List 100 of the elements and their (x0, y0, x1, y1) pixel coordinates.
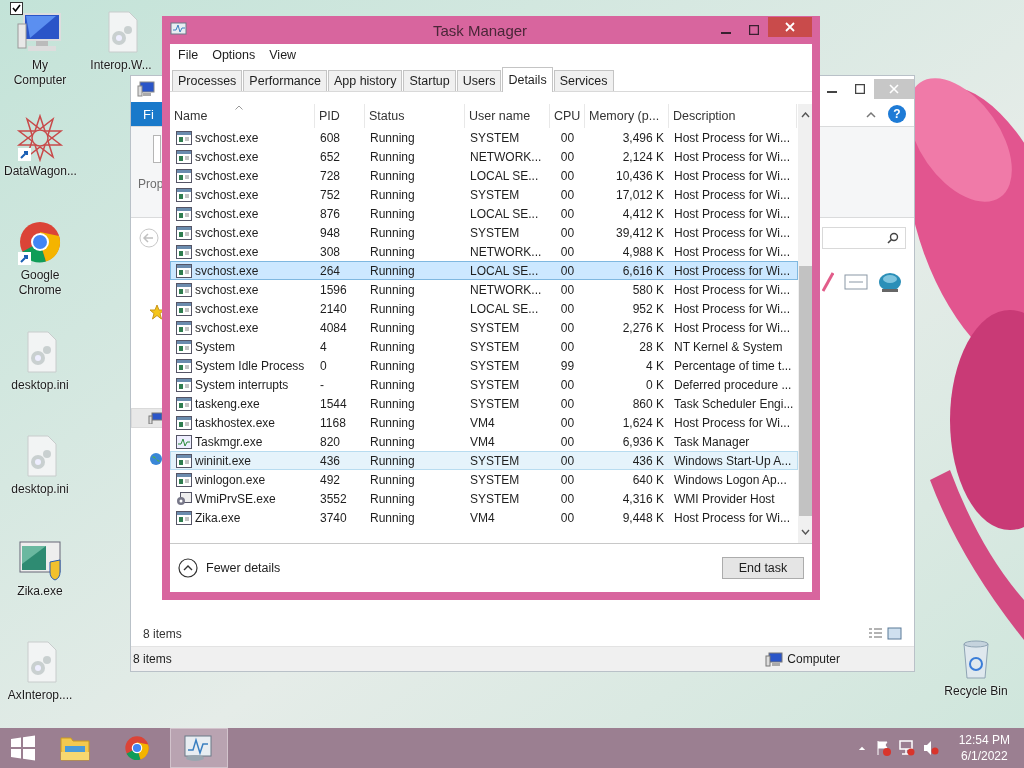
table-row[interactable]: taskeng.exe 1544 Running SYSTEM 00 860 K Task Scheduler Engi... (170, 394, 798, 413)
table-row[interactable]: svchost.exe 1596 Running NETWORK... 00 580 K Host Process for Wi... (170, 280, 798, 299)
table-row[interactable]: svchost.exe 308 Running NETWORK... 00 4,988 K Host Process for Wi... (170, 242, 798, 261)
column-header[interactable]: Name (170, 104, 315, 128)
menu-item[interactable]: File (172, 46, 205, 64)
globe-icon[interactable] (149, 452, 163, 466)
table-cell: System (195, 339, 235, 354)
table-cell: LOCAL SE... (470, 263, 539, 278)
table-cell: 6,936 K (622, 434, 664, 449)
table-cell: 00 (560, 244, 575, 259)
tab[interactable]: App history (327, 70, 403, 91)
program-icon (176, 377, 192, 392)
table-cell: Running (370, 168, 415, 183)
icon-label: Zika.exe (16, 584, 64, 599)
search-field[interactable] (822, 227, 906, 249)
close-button[interactable] (768, 17, 812, 37)
table-cell: 264 (320, 263, 341, 278)
computer-icon (148, 412, 162, 424)
column-header[interactable]: Status (365, 104, 465, 128)
table-cell: WmiPrvSE.exe (195, 491, 276, 506)
menu-item[interactable]: View (263, 46, 303, 64)
table-cell: SYSTEM (470, 358, 520, 373)
table-row[interactable]: svchost.exe 652 Running NETWORK... 00 2,124 K Host Process for Wi... (170, 147, 798, 166)
star-logo-icon[interactable] (16, 114, 64, 162)
table-row[interactable]: Taskmgr.exe 820 Running VM4 00 6,936 K Task Manager (170, 432, 798, 451)
table-cell: SYSTEM (470, 491, 520, 506)
table-cell: 640 K (632, 472, 664, 487)
column-header[interactable]: PID (315, 104, 365, 128)
table-row[interactable]: System interrupts - Running SYSTEM 00 0 K Deferred procedure ... (170, 375, 798, 394)
table-row[interactable]: svchost.exe 2140 Running LOCAL SE... 00 952 K Host Process for Wi... (170, 299, 798, 318)
tab[interactable]: Performance (243, 70, 327, 91)
tab[interactable]: Users (456, 70, 502, 91)
table-row[interactable]: winlogon.exe 492 Running SYSTEM 00 640 K Windows Logon Ap... (170, 470, 798, 489)
table-row[interactable]: svchost.exe 752 Running SYSTEM 00 17,012 K Host Process for Wi... (170, 185, 798, 204)
table-row[interactable]: svchost.exe 264 Running LOCAL SE... 00 6,616 K Host Process for Wi... (170, 261, 798, 280)
network-icon[interactable] (898, 740, 915, 756)
file-tab[interactable]: Fi (131, 102, 163, 126)
scroll-up-icon[interactable] (800, 112, 810, 118)
table-cell: Running (370, 244, 415, 259)
globe-icon[interactable] (878, 270, 902, 294)
tab[interactable]: Services (553, 70, 614, 91)
flag-icon[interactable] (874, 740, 891, 756)
properties-icon[interactable] (153, 135, 161, 163)
checkbox[interactable] (10, 2, 23, 15)
table-cell: 00 (560, 263, 575, 278)
table-cell: NETWORK... (470, 244, 542, 259)
tab[interactable]: Startup (403, 70, 456, 91)
table-cell: 0 K (646, 377, 664, 392)
view-icon[interactable] (868, 627, 902, 641)
table-cell: NETWORK... (470, 282, 542, 297)
table-row[interactable]: System Idle Process 0 Running SYSTEM 99 4 K Percentage of time t... (170, 356, 798, 375)
table-cell: 3,496 K (622, 130, 664, 145)
help-icon[interactable]: ? (888, 105, 906, 123)
column-header[interactable]: Memory (p... (585, 104, 669, 128)
column-header[interactable]: User name (465, 104, 550, 128)
table-cell: 00 (560, 187, 575, 202)
table-row[interactable]: WmiPrvSE.exe 3552 Running SYSTEM 00 4,316 K WMI Provider Host (170, 489, 798, 508)
menu-item[interactable]: Options (206, 46, 262, 64)
table-cell: LOCAL SE... (470, 168, 539, 183)
table-row[interactable]: svchost.exe 4084 Running SYSTEM 00 2,276 K Host Process for Wi... (170, 318, 798, 337)
table-row[interactable]: taskhostex.exe 1168 Running VM4 00 1,624 K Host Process for Wi... (170, 413, 798, 432)
table-cell: Host Process for Wi... (674, 263, 791, 278)
table-cell: 9,448 K (622, 510, 664, 525)
scrollbar[interactable] (798, 104, 812, 543)
table-cell: 99 (560, 358, 575, 373)
taskbar-button[interactable] (170, 728, 228, 768)
table-cell: 1168 (320, 415, 346, 430)
table-cell: 39,412 K (615, 225, 664, 240)
table-row[interactable]: svchost.exe 608 Running SYSTEM 00 3,496 K Host Process for Wi... (170, 128, 798, 147)
table-row[interactable]: svchost.exe 876 Running LOCAL SE... 00 4,412 K Host Process for Wi... (170, 204, 798, 223)
table-row[interactable]: svchost.exe 728 Running LOCAL SE... 00 10,436 K Host Process for Wi... (170, 166, 798, 185)
clock[interactable]: 12:54 PM 6/1/2022 (958, 732, 1010, 764)
table-cell: 436 (320, 453, 341, 468)
table-row[interactable]: svchost.exe 948 Running SYSTEM 00 39,412 K Host Process for Wi... (170, 223, 798, 242)
table-cell: Task Scheduler Engi... (674, 396, 794, 411)
scroll-down-icon[interactable] (800, 529, 810, 535)
close-icon (889, 84, 899, 94)
table-row[interactable]: System 4 Running SYSTEM 00 28 K NT Kernel & System (170, 337, 798, 356)
program-icon (176, 168, 192, 183)
star-icon[interactable] (149, 304, 165, 320)
column-header[interactable]: CPU (550, 104, 585, 128)
nav-item[interactable] (131, 408, 163, 428)
table-row[interactable]: wininit.exe 436 Running SYSTEM 00 436 K Windows Start-Up A... (170, 451, 798, 470)
table-cell: Running (370, 339, 415, 354)
tab[interactable]: Details (502, 67, 553, 92)
minimize-icon (721, 32, 731, 34)
table-row[interactable]: Zika.exe 3740 Running VM4 00 9,448 K Host Process for Wi... (170, 508, 798, 527)
table-cell: svchost.exe (195, 301, 259, 316)
table-cell: Running (370, 377, 415, 392)
column-header[interactable]: Description (669, 104, 797, 128)
table-cell: Task Manager (674, 434, 750, 449)
table-cell: SYSTEM (470, 472, 520, 487)
collapse-icon[interactable] (866, 110, 876, 118)
table-cell: 00 (560, 396, 575, 411)
table-cell: Host Process for Wi... (674, 510, 791, 525)
speaker-icon[interactable] (922, 740, 939, 756)
table-cell: 00 (560, 168, 575, 183)
tab[interactable]: Processes (172, 70, 243, 91)
end-task-button[interactable]: End task (722, 557, 804, 579)
fewer-details-button[interactable]: Fewer details (178, 558, 281, 578)
